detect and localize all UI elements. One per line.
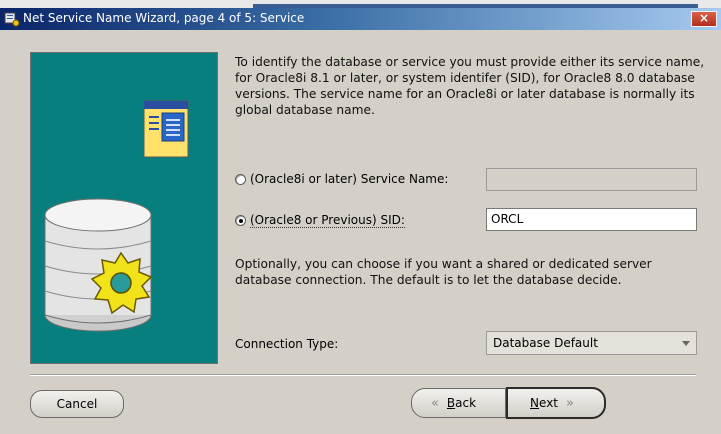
chevron-left-icon: «: [430, 395, 439, 411]
wizard-illustration: [30, 52, 218, 364]
service-name-field[interactable]: [486, 168, 697, 191]
next-label: Next: [530, 396, 558, 410]
sid-option[interactable]: (Oracle8 or Previous) SID:: [235, 211, 405, 229]
connection-description: Optionally, you can choose if you want a…: [235, 257, 652, 287]
separator: [30, 374, 696, 376]
sid-label: (Oracle8 or Previous) SID:: [250, 212, 405, 228]
cancel-label: Cancel: [56, 397, 98, 411]
wizard-window: Net Service Name Wizard, page 4 of 5: Se…: [0, 0, 721, 434]
chevron-down-icon[interactable]: [682, 341, 690, 346]
close-button[interactable]: ×: [691, 11, 717, 27]
background-strip: [0, 0, 721, 8]
wizard-icon: [4, 12, 20, 27]
connection-type-label: Connection Type:: [235, 337, 339, 351]
back-button[interactable]: « Back: [411, 388, 506, 418]
sid-field[interactable]: ORCL: [486, 208, 697, 231]
connection-type-select[interactable]: Database Default: [486, 331, 697, 355]
connection-type-value: Database Default: [493, 336, 598, 350]
service-name-radio[interactable]: [235, 173, 246, 185]
cancel-button[interactable]: Cancel: [30, 390, 124, 418]
next-button[interactable]: Next »: [506, 387, 606, 419]
instructions-text: To identify the database or service you …: [235, 55, 705, 117]
back-label: Back: [446, 396, 477, 410]
window-title: Net Service Name Wizard, page 4 of 5: Se…: [23, 11, 305, 25]
service-name-option[interactable]: (Oracle8i or later) Service Name:: [235, 170, 448, 188]
document-window-icon: [143, 100, 189, 158]
chevron-right-icon: »: [566, 395, 574, 411]
sid-radio[interactable]: [235, 214, 246, 226]
title-bar[interactable]: Net Service Name Wizard, page 4 of 5: Se…: [0, 8, 721, 30]
service-name-label: (Oracle8i or later) Service Name:: [250, 172, 449, 186]
